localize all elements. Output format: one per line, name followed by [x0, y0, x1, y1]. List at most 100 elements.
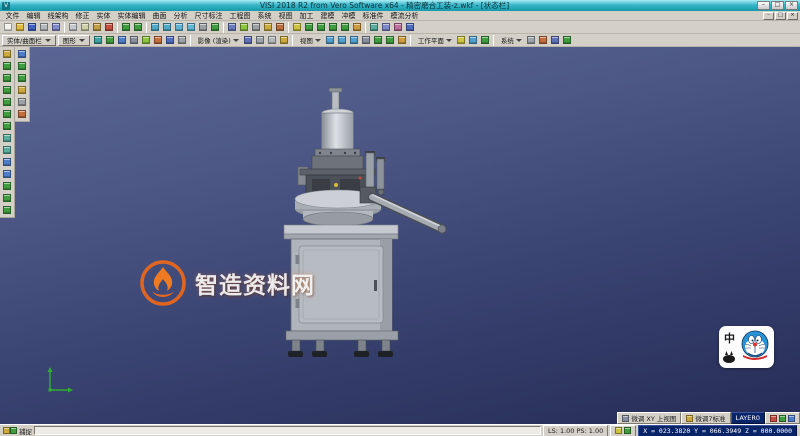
boolean-tool-icon[interactable] [16, 84, 28, 96]
menu-item[interactable]: 模流分析 [387, 11, 422, 21]
view-mode-indicator[interactable]: 微调 XY 上视图 [617, 412, 681, 424]
fillet-tool-icon[interactable] [1, 132, 13, 144]
rotate-tool-icon[interactable] [1, 204, 13, 216]
menu-item[interactable]: 建模 [317, 11, 338, 21]
solid-icon[interactable] [128, 34, 140, 46]
ucs-icon[interactable] [380, 21, 392, 33]
target-icon[interactable] [624, 427, 631, 434]
paste-icon[interactable] [91, 21, 103, 33]
wireframe-view-icon[interactable] [238, 21, 250, 33]
pan-icon[interactable] [197, 21, 209, 33]
menu-item[interactable]: 冲模 [338, 11, 359, 21]
move-tool-icon[interactable] [1, 192, 13, 204]
render-wireframe-icon[interactable] [254, 34, 266, 46]
menu-item[interactable]: 加工 [296, 11, 317, 21]
menu-item[interactable]: 尺寸标注 [191, 11, 226, 21]
menu-item[interactable]: 实体 [93, 11, 114, 21]
snap-icon[interactable] [537, 34, 549, 46]
mdi-restore-button[interactable]: □ [775, 12, 786, 20]
3d-viewport[interactable]: 智造资料网 中 [0, 47, 800, 424]
filter-icon[interactable] [368, 21, 380, 33]
menu-item[interactable]: 实体编辑 [114, 11, 149, 21]
zoom-window-icon[interactable] [149, 21, 161, 33]
circle-tool-icon[interactable] [1, 108, 13, 120]
render-shaded-icon[interactable] [242, 34, 254, 46]
section-icon[interactable] [152, 34, 164, 46]
layers-icon[interactable] [262, 21, 274, 33]
polyline-tool-icon[interactable] [1, 84, 13, 96]
shell-tool-icon[interactable] [16, 96, 28, 108]
line-tool-icon[interactable] [1, 72, 13, 84]
open-folder-icon[interactable] [14, 21, 26, 33]
view-previous-icon[interactable] [372, 34, 384, 46]
select-tool-icon[interactable] [1, 48, 13, 60]
workplane-align-icon[interactable] [467, 34, 479, 46]
tab-graphics[interactable]: 图形 [58, 35, 90, 46]
zoom-in-icon[interactable] [173, 21, 185, 33]
mask-icon[interactable] [92, 34, 104, 46]
circle-icon[interactable] [339, 21, 351, 33]
plot-icon[interactable] [50, 21, 62, 33]
calculator-icon[interactable] [549, 34, 561, 46]
layer-indicator[interactable]: LAYER0 [731, 412, 765, 424]
close-button[interactable]: × [785, 1, 798, 10]
redo-icon[interactable] [132, 21, 144, 33]
point-tool-icon[interactable] [1, 60, 13, 72]
mesh-icon[interactable] [140, 34, 152, 46]
mdi-minimize-button[interactable]: – [763, 12, 774, 20]
rotate-view-icon[interactable] [209, 21, 221, 33]
chamfer-tool-icon[interactable] [1, 144, 13, 156]
minimize-button[interactable]: – [757, 1, 770, 10]
mirror-tool-icon[interactable] [1, 180, 13, 192]
maximize-button[interactable]: □ [771, 1, 784, 10]
trim-tool-icon[interactable] [1, 156, 13, 168]
grid-toggle-icon[interactable] [779, 415, 786, 422]
lock-icon[interactable] [615, 427, 622, 434]
menu-item[interactable]: 编辑 [23, 11, 44, 21]
options-icon[interactable] [176, 34, 188, 46]
measure-icon[interactable] [291, 21, 303, 33]
cut-icon[interactable] [67, 21, 79, 33]
material-icon[interactable] [392, 21, 404, 33]
render-material-icon[interactable] [278, 34, 290, 46]
copy-icon[interactable] [79, 21, 91, 33]
view-iso-icon[interactable] [360, 34, 372, 46]
view-front-icon[interactable] [336, 34, 348, 46]
menu-item[interactable]: 曲面 [149, 11, 170, 21]
mdi-close-button[interactable]: × [787, 12, 798, 20]
point-icon[interactable] [303, 21, 315, 33]
menu-item[interactable]: 视图 [275, 11, 296, 21]
menu-item[interactable]: 修正 [72, 11, 93, 21]
snap-indicator-icon[interactable] [10, 427, 17, 434]
zoom-out-icon[interactable] [185, 21, 197, 33]
print-icon[interactable] [38, 21, 50, 33]
menu-item[interactable]: 标准件 [359, 11, 387, 21]
workplane-xy-icon[interactable] [455, 34, 467, 46]
render-hidden-icon[interactable] [266, 34, 278, 46]
ortho-toggle-icon[interactable] [788, 415, 795, 422]
info-icon[interactable] [164, 34, 176, 46]
arc-icon[interactable] [327, 21, 339, 33]
profile-icon[interactable] [104, 34, 116, 46]
view-side-icon[interactable] [348, 34, 360, 46]
surface-icon[interactable] [116, 34, 128, 46]
new-file-icon[interactable] [2, 21, 14, 33]
selection-icon[interactable] [351, 21, 363, 33]
shaded-view-icon[interactable] [226, 21, 238, 33]
line-icon[interactable] [315, 21, 327, 33]
menu-item[interactable]: 文件 [2, 11, 23, 21]
offset-tool-icon[interactable] [1, 168, 13, 180]
extrude-tool-icon[interactable] [16, 48, 28, 60]
workplane-3point-icon[interactable] [479, 34, 491, 46]
menu-item[interactable]: 分析 [170, 11, 191, 21]
menu-item[interactable]: 线架构 [44, 11, 72, 21]
command-input[interactable] [34, 426, 541, 435]
menu-item[interactable]: 系统 [254, 11, 275, 21]
hole-tool-icon[interactable] [16, 108, 28, 120]
tab-solid-surface-bar[interactable]: 实体/曲面栏 [2, 35, 56, 46]
delete-icon[interactable] [103, 21, 115, 33]
undo-icon[interactable] [120, 21, 132, 33]
save-icon[interactable] [26, 21, 38, 33]
macro-icon[interactable] [561, 34, 573, 46]
render-mode-toggle-icon[interactable] [770, 415, 777, 422]
